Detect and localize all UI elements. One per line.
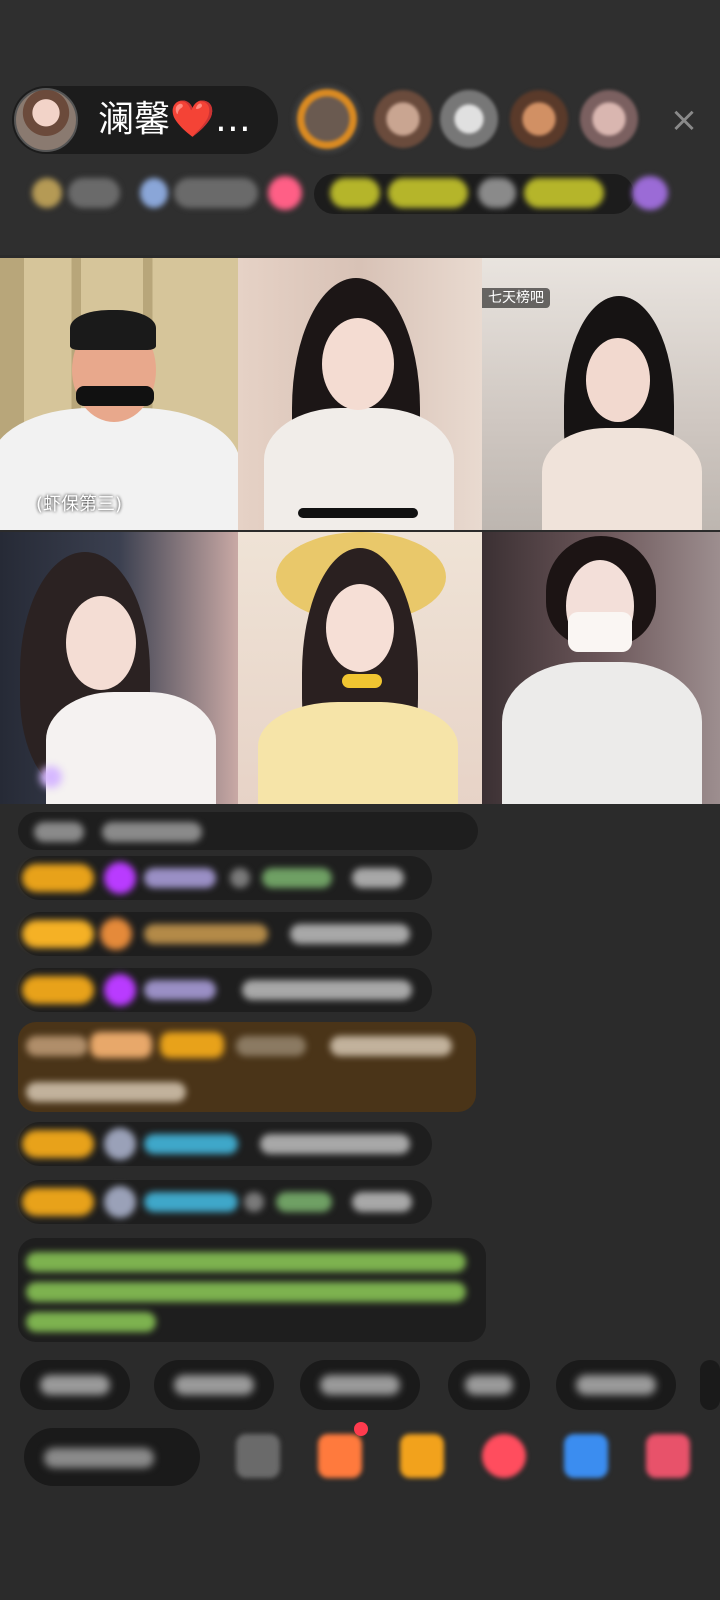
task-text bbox=[478, 178, 516, 208]
more-icon[interactable] bbox=[632, 176, 668, 210]
quick-reply-chip[interactable] bbox=[700, 1360, 720, 1410]
host-avatar[interactable] bbox=[14, 88, 78, 152]
notification-dot bbox=[354, 1422, 368, 1436]
chat-input[interactable] bbox=[24, 1428, 200, 1486]
video-tile[interactable] bbox=[238, 532, 482, 804]
gift-message[interactable] bbox=[18, 1022, 476, 1112]
video-tile[interactable] bbox=[238, 258, 482, 530]
heart-icon[interactable] bbox=[268, 176, 302, 210]
quick-reply-chip[interactable] bbox=[154, 1360, 274, 1410]
viewer-avatar[interactable] bbox=[440, 90, 498, 148]
fans-text bbox=[174, 178, 258, 208]
rank-badge[interactable] bbox=[32, 178, 62, 208]
task-text bbox=[388, 178, 468, 208]
quick-reply-chip[interactable] bbox=[20, 1360, 130, 1410]
gift-icon[interactable] bbox=[482, 1434, 526, 1478]
emoji-icon[interactable] bbox=[236, 1434, 280, 1478]
quick-reply-chip[interactable] bbox=[556, 1360, 676, 1410]
info-badge-row bbox=[18, 170, 704, 218]
quick-reply-chip[interactable] bbox=[300, 1360, 420, 1410]
quick-reply-bar bbox=[0, 1360, 720, 1416]
task-text bbox=[524, 178, 604, 208]
close-icon[interactable]: × bbox=[664, 100, 704, 140]
chat-message[interactable] bbox=[18, 912, 432, 956]
video-tile[interactable] bbox=[0, 532, 238, 804]
top-bar: 澜馨❤️… × bbox=[0, 0, 720, 255]
gift-box-icon[interactable] bbox=[318, 1434, 362, 1478]
chat-message[interactable] bbox=[18, 1180, 432, 1224]
viewer-avatar[interactable] bbox=[510, 90, 568, 148]
rank-tag: 七天榜吧 bbox=[482, 288, 550, 308]
video-grid: (虾保第三) 七天榜吧 bbox=[0, 258, 720, 806]
treasure-icon[interactable] bbox=[400, 1434, 444, 1478]
more-apps-icon[interactable] bbox=[646, 1434, 690, 1478]
video-tile[interactable]: 七天榜吧 bbox=[482, 258, 720, 530]
viewer-avatar[interactable] bbox=[374, 90, 432, 148]
viewer-avatar[interactable] bbox=[292, 84, 362, 154]
host-name: 澜馨❤️… bbox=[98, 99, 251, 140]
chat-message[interactable] bbox=[18, 1122, 432, 1166]
viewer-avatar[interactable] bbox=[580, 90, 638, 148]
game-icon[interactable] bbox=[564, 1434, 608, 1478]
chat-message[interactable] bbox=[18, 812, 478, 850]
mic-label: (虾保第三) bbox=[36, 494, 123, 515]
chat-message[interactable] bbox=[18, 968, 432, 1012]
quick-reply-chip[interactable] bbox=[448, 1360, 530, 1410]
video-tile[interactable]: (虾保第三) bbox=[0, 258, 238, 530]
chat-message[interactable] bbox=[18, 856, 432, 900]
task-text bbox=[330, 178, 380, 208]
rank-text bbox=[68, 178, 120, 208]
fans-icon[interactable] bbox=[140, 178, 168, 208]
system-notice bbox=[18, 1238, 486, 1342]
video-tile[interactable] bbox=[482, 532, 720, 804]
host-info[interactable]: 澜馨❤️… bbox=[12, 86, 278, 154]
